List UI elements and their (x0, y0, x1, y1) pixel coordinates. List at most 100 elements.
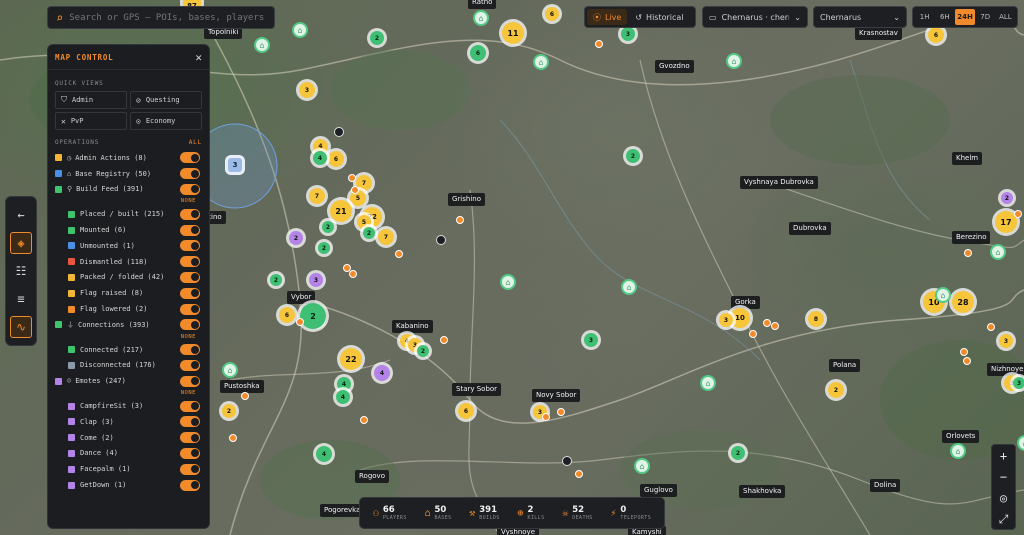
event-dot[interactable] (964, 249, 972, 257)
operation-subfilter[interactable]: Dance (4) (55, 446, 202, 462)
toggle-switch[interactable] (180, 271, 200, 283)
base-icon[interactable]: ⌂ (935, 287, 951, 303)
cluster-green[interactable]: 4 (316, 446, 332, 462)
cluster-purple[interactable]: 2 (1001, 192, 1013, 204)
event-dot[interactable] (1014, 210, 1022, 218)
event-dot[interactable] (456, 216, 464, 224)
base-icon[interactable]: ⌂ (634, 458, 650, 474)
cluster-yellow[interactable]: 3 (719, 313, 733, 327)
base-icon[interactable]: ⌂ (222, 362, 238, 378)
cluster-green[interactable]: 2 (300, 303, 326, 329)
cluster-yellow[interactable]: 8 (808, 311, 824, 327)
cluster-green[interactable]: 4 (336, 390, 350, 404)
map-select[interactable]: Chernarus ⌄ (813, 6, 907, 28)
cluster-yellow[interactable]: 2 (222, 404, 236, 418)
event-dot[interactable] (960, 348, 968, 356)
cluster-yellow[interactable]: 6 (458, 403, 474, 419)
operation-subfilter[interactable]: Flag lowered (2) (55, 301, 202, 317)
cluster-green[interactable]: 2 (731, 446, 745, 460)
toggle-switch[interactable] (180, 447, 200, 459)
selected-cluster[interactable]: 3 (228, 158, 242, 172)
operation-filter[interactable]: ◷ Admin Actions (8) (55, 150, 202, 166)
cluster-green[interactable]: 3 (621, 27, 635, 41)
event-dot[interactable] (575, 470, 583, 478)
toggle-switch[interactable] (180, 256, 200, 268)
list-icon[interactable]: ≡ (10, 288, 32, 310)
base-icon[interactable]: ⌂ (500, 274, 516, 290)
event-dot[interactable] (542, 413, 550, 421)
event-dot[interactable] (349, 270, 357, 278)
close-icon[interactable]: ✕ (195, 51, 202, 64)
operation-subfilter[interactable]: Flag raised (8) (55, 285, 202, 301)
time-range-24h[interactable]: 24H (955, 9, 975, 25)
event-dot[interactable] (229, 434, 237, 442)
quick-view-economy[interactable]: ⊙ Economy (130, 112, 202, 130)
operation-subfilter[interactable]: Facepalm (1) (55, 461, 202, 477)
cluster-green[interactable]: 2 (322, 221, 334, 233)
cluster-purple[interactable]: 2 (289, 231, 303, 245)
zoom-out-icon[interactable]: − (1000, 471, 1007, 483)
base-icon[interactable]: ⌂ (990, 244, 1006, 260)
event-dot[interactable] (749, 330, 757, 338)
search-input[interactable] (69, 12, 266, 23)
event-dot[interactable] (987, 323, 995, 331)
base-icon[interactable]: ⌂ (254, 37, 270, 53)
operation-subfilter[interactable]: Placed / built (215) (55, 206, 202, 222)
cluster-green[interactable]: 2 (363, 227, 375, 239)
base-icon[interactable]: ⌂ (950, 443, 966, 459)
time-range-all[interactable]: ALL (996, 9, 1015, 25)
zoom-in-icon[interactable]: + (1000, 450, 1007, 462)
quick-view-pvp[interactable]: ✕ PvP (55, 112, 127, 130)
time-range-1h[interactable]: 1H (915, 9, 934, 25)
search-bar[interactable]: ⌕ (47, 6, 275, 29)
layers-icon[interactable]: ◈ (10, 232, 32, 254)
operation-subfilter[interactable]: Disconnected (176) (55, 358, 202, 374)
select-all-link[interactable]: ALL (189, 139, 202, 146)
cluster-yellow[interactable]: 11 (502, 22, 524, 44)
select-none-link[interactable]: NONE (55, 333, 202, 342)
cluster-green[interactable]: 2 (417, 345, 429, 357)
cluster-yellow[interactable]: 7 (309, 188, 325, 204)
operation-subfilter[interactable]: Unmounted (1) (55, 238, 202, 254)
select-none-link[interactable]: NONE (55, 197, 202, 206)
live-button[interactable]: ⦿ Live (587, 9, 628, 25)
operation-filter[interactable]: ☺ Emotes (247) (55, 373, 202, 389)
operation-subfilter[interactable]: Connected (217) (55, 342, 202, 358)
cluster-yellow[interactable]: 7 (378, 229, 394, 245)
quick-view-questing[interactable]: ⊘ Questing (130, 91, 202, 109)
operation-filter[interactable]: ⌂ Base Registry (50) (55, 166, 202, 182)
cluster-green[interactable]: 3 (1013, 377, 1024, 389)
cluster-yellow[interactable]: 6 (545, 7, 559, 21)
toggle-switch[interactable] (180, 303, 200, 315)
event-dot[interactable] (763, 319, 771, 327)
toggle-switch[interactable] (180, 152, 200, 164)
cluster-green[interactable]: 2 (370, 31, 384, 45)
locate-icon[interactable]: ◎ (1000, 492, 1007, 504)
base-icon[interactable]: ⌂ (621, 279, 637, 295)
base-icon[interactable]: ⌂ (533, 54, 549, 70)
operation-subfilter[interactable]: CampfireSit (3) (55, 398, 202, 414)
toggle-switch[interactable] (180, 168, 200, 180)
cluster-yellow[interactable]: 2 (828, 382, 844, 398)
quick-view-admin[interactable]: ⛉ Admin (55, 91, 127, 109)
operation-subfilter[interactable]: Packed / folded (42) (55, 270, 202, 286)
event-dot[interactable] (771, 322, 779, 330)
cluster-green[interactable]: 3 (584, 333, 598, 347)
event-dot[interactable] (395, 250, 403, 258)
event-dot[interactable] (241, 392, 249, 400)
toggle-switch[interactable] (180, 432, 200, 444)
operation-subfilter[interactable]: GetDown (1) (55, 477, 202, 493)
cluster-yellow[interactable]: 6 (328, 151, 344, 167)
activity-icon[interactable]: ∿ (10, 316, 32, 338)
cluster-yellow[interactable]: 28 (952, 291, 974, 313)
cluster-green[interactable]: 4 (313, 151, 327, 165)
operation-subfilter[interactable]: Dismantled (118) (55, 254, 202, 270)
cluster-green[interactable]: 6 (470, 45, 486, 61)
player-dot[interactable] (436, 235, 446, 245)
toggle-switch[interactable] (180, 344, 200, 356)
cluster-green[interactable]: 2 (270, 274, 282, 286)
cluster-green[interactable]: 2 (626, 149, 640, 163)
select-none-link[interactable]: NONE (55, 389, 202, 398)
toggle-switch[interactable] (180, 224, 200, 236)
historical-button[interactable]: ↺ Historical (629, 9, 689, 25)
